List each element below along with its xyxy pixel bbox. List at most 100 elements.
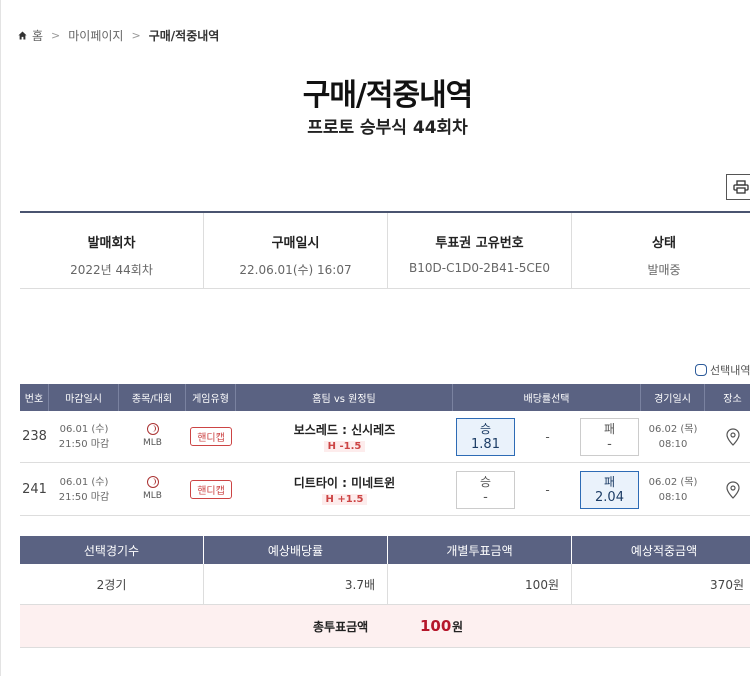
handicap-badge: 핸디캡 [190,480,232,499]
handicap-value: H -1.5 [323,441,366,452]
game-time: 08:10 [658,438,688,450]
game-datetime: 06.02 (목) 08:10 [641,464,705,515]
col-header: 개별투표금액 [388,536,572,564]
info-status: 상태 발매중 [572,213,750,288]
game-type: 핸디캡 [186,464,236,515]
deadline-time: 21:50 마감 [58,491,110,503]
selected-game-count: 2경기 [20,564,204,604]
table-row: 238 06.01 (수) 21:50 마감 MLB 핸디캡 보스레드 : 신시… [20,411,750,463]
col-header: 마감일시 [49,384,119,411]
map-pin-icon[interactable] [725,427,740,446]
expected-odds: 3.7배 [204,564,388,604]
total-label: 총투표금액 [313,619,369,634]
odds-win-button[interactable]: 승 - [456,470,515,509]
col-header: 배당률선택 [453,384,641,411]
game-table-header: 번호 마감일시 종목/대회 게임유형 홈팀 vs 원정팀 배당률선택 경기일시 … [20,384,750,411]
sport-league: MLB [119,411,186,462]
chevron-right-icon: > [51,29,61,42]
odds-selection: 승 1.81 - 패 - [453,411,641,462]
purchase-info-table: 발매회차 2022년 44회차 구매일시 22.06.01(수) 16:07 투… [20,211,750,289]
location [705,464,750,515]
handicap-value: H +1.5 [321,494,368,505]
info-label: 구매일시 [271,236,320,251]
checkbox-box[interactable] [695,364,707,376]
col-header: 예상적중금액 [630,543,698,558]
breadcrumb-home[interactable]: 홈 [32,27,43,44]
teams: 디트타이 : 미네트윈 H +1.5 [236,464,453,515]
odds-label: 패 [603,474,616,489]
odds-value: - [607,436,612,452]
team-names: 보스레드 : 신시레즈 [293,423,396,437]
col-header: 선택경기수 [20,536,204,564]
col-header: 게임유형 [186,384,236,411]
print-button[interactable] [726,174,750,200]
game-type: 핸디캡 [186,411,236,462]
odds-draw: - [545,482,550,497]
game-time: 08:10 [658,491,688,503]
chevron-right-icon: > [131,29,141,42]
odds-draw: - [545,429,550,444]
checkbox-label: 선택내역 [710,364,750,377]
col-header: 종목/대회 [119,384,186,411]
deadline: 06.01 (수) 21:50 마감 [49,464,119,515]
breadcrumb-mypage[interactable]: 마이페이지 [68,27,123,44]
info-value: 2022년 44회차 [70,263,153,277]
deadline: 06.01 (수) 21:50 마감 [49,411,119,462]
expected-payout: 370원 [710,577,744,592]
deadline-date: 06.01 (수) [59,423,109,435]
info-value: B10D-C1D0-2B41-5CE0 [409,261,550,275]
info-purchase-date: 구매일시 22.06.01(수) 16:07 [204,213,388,288]
odds-lose-button[interactable]: 패 2.04 [580,470,639,509]
col-header: 홈팀 vs 원정팀 [236,384,453,411]
team-names: 디트타이 : 미네트윈 [293,476,396,490]
deadline-time: 21:50 마감 [58,438,110,450]
odds-win-button[interactable]: 승 1.81 [456,417,515,456]
total-unit: 원 [452,619,464,634]
odds-value: - [483,489,488,505]
total-bet-row: 총투표금액 100 원 [20,605,750,648]
total-value: 100 [420,617,452,635]
map-pin-icon[interactable] [725,480,740,499]
odds-label: 승 [479,421,492,436]
baseball-icon [146,423,159,435]
print-icon [733,180,749,194]
page-subtitle: 프로토 승부식 44회차 [307,118,468,138]
info-value: 발매중 [647,263,681,277]
league-name: MLB [143,438,162,448]
info-ticket-id: 투표권 고유번호 B10D-C1D0-2B41-5CE0 [388,213,572,288]
home-icon [18,31,27,40]
info-label: 발매회차 [87,236,136,251]
info-label: 투표권 고유번호 [435,236,524,251]
league-name: MLB [143,491,162,501]
breadcrumb: 홈 > 마이페이지 > 구매/적중내역 [18,27,219,44]
location [705,411,750,462]
sport-league: MLB [119,464,186,515]
col-header: 장소 [723,394,742,405]
page-title: 구매/적중내역 [302,78,474,113]
summary-header: 선택경기수 예상배당률 개별투표금액 예상적중금액 [20,536,750,564]
info-value: 22.06.01(수) 16:07 [239,263,352,277]
table-row: 241 06.01 (수) 21:50 마감 MLB 핸디캡 디트타이 : 미네… [20,464,750,516]
col-header: 번호 [20,384,49,411]
game-date: 06.02 (목) [648,423,698,435]
odds-lose-button[interactable]: 패 - [580,417,639,456]
info-round: 발매회차 2022년 44회차 [20,213,204,288]
odds-value: 1.81 [471,436,500,452]
info-label: 상태 [652,236,676,251]
breadcrumb-current: 구매/적중내역 [148,29,220,43]
game-number: 238 [22,429,47,444]
selected-items-checkbox[interactable]: 선택내역 [695,362,750,378]
bet-amount: 100원 [388,564,572,604]
game-number: 241 [22,482,47,497]
summary-row: 2경기 3.7배 100원 370원 [20,564,750,605]
col-header: 예상배당률 [204,536,388,564]
baseball-icon [146,476,159,488]
teams: 보스레드 : 신시레즈 H -1.5 [236,411,453,462]
odds-label: 승 [479,474,492,489]
game-date: 06.02 (목) [648,476,698,488]
game-datetime: 06.02 (목) 08:10 [641,411,705,462]
odds-value: 2.04 [595,489,624,505]
col-header: 경기일시 [641,384,705,411]
odds-label: 패 [603,421,616,436]
handicap-badge: 핸디캡 [190,427,232,446]
